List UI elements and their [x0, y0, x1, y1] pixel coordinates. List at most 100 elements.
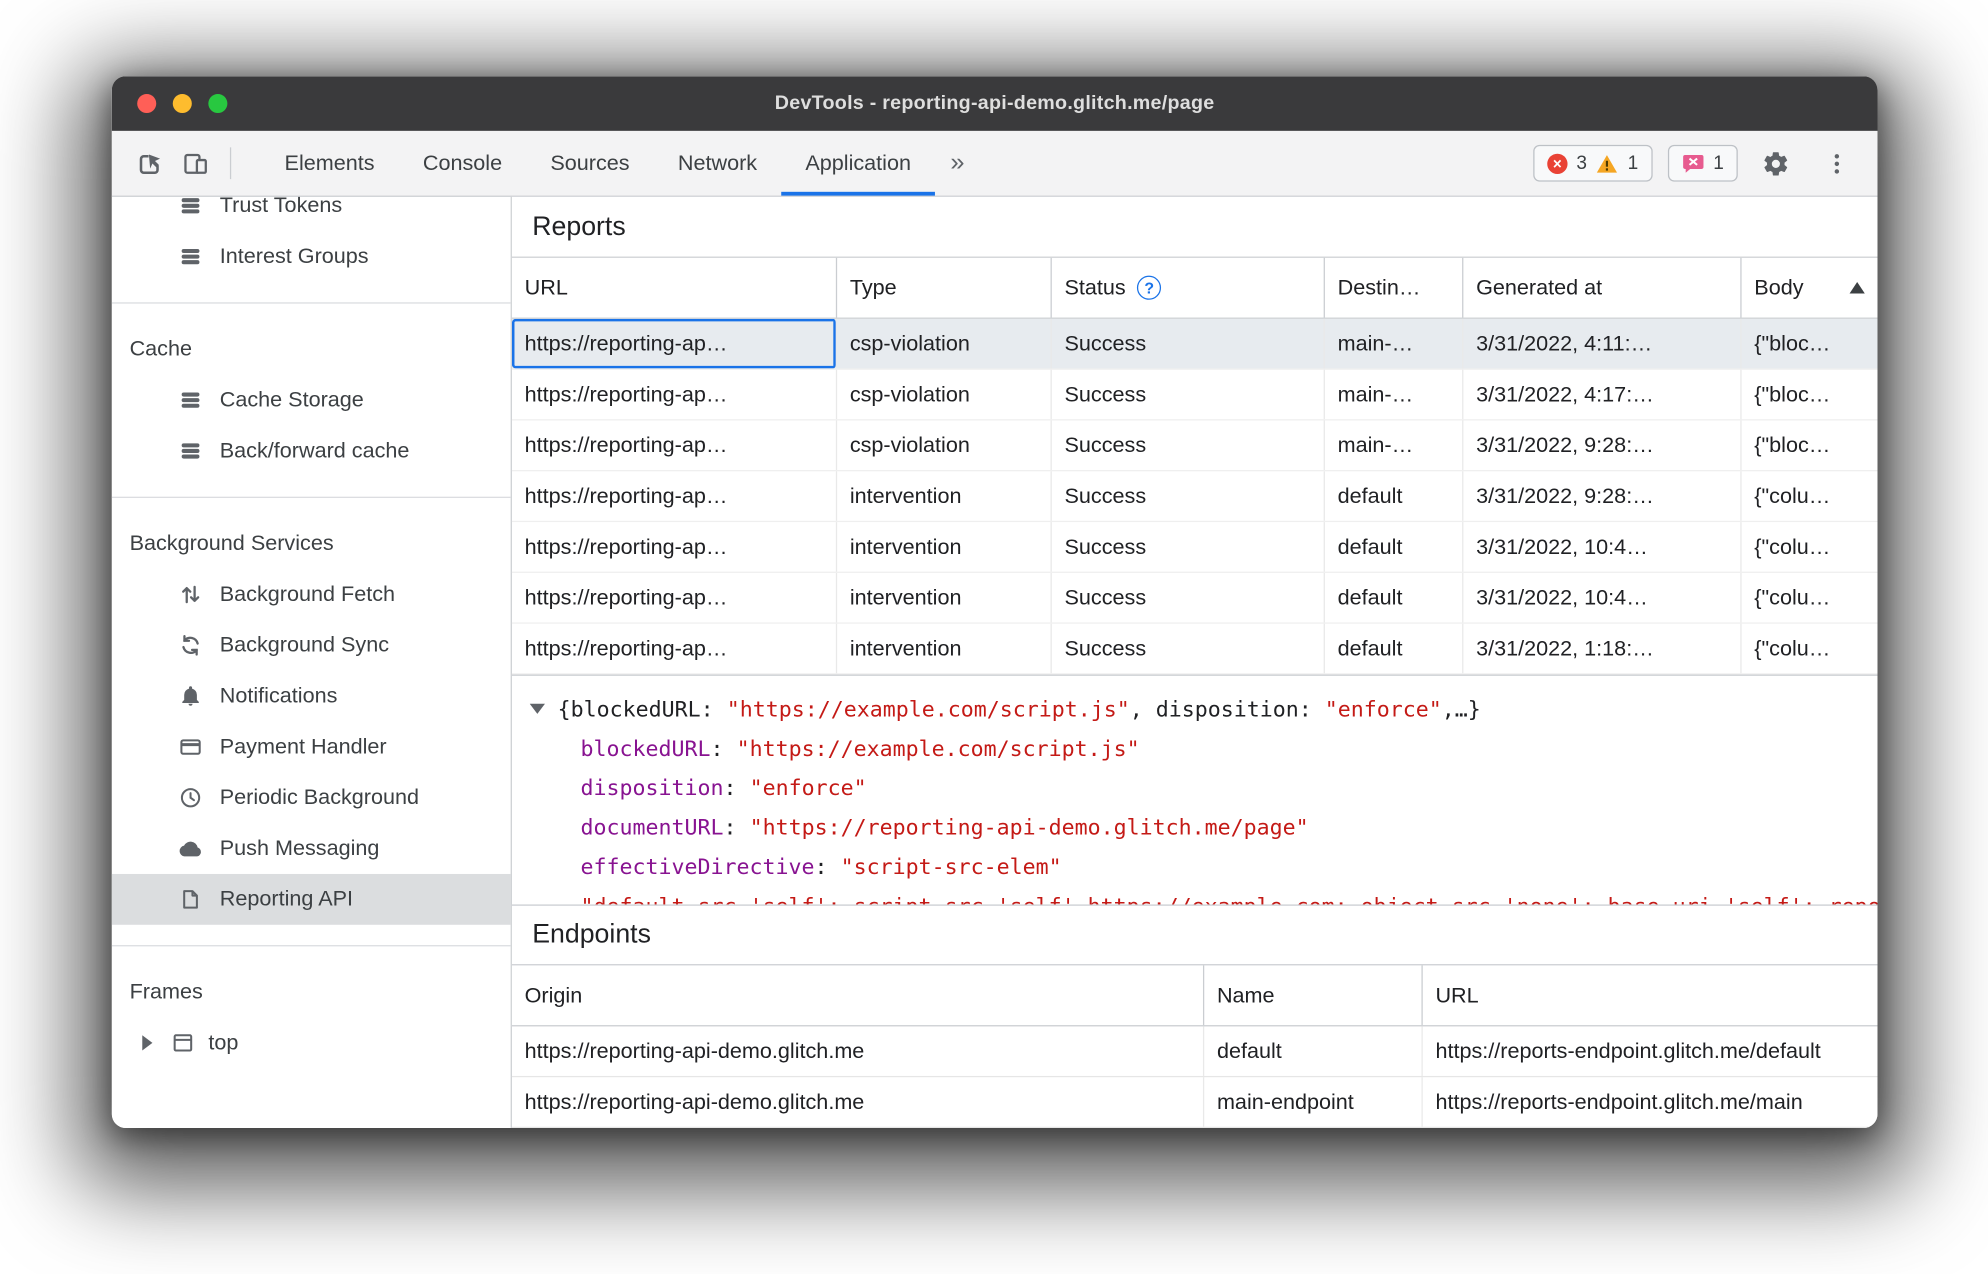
maximize-window-button[interactable]: [208, 94, 228, 114]
report-url-cell[interactable]: https://reporting-ap…: [512, 471, 838, 521]
sidebar-item-push-messaging[interactable]: Push Messaging: [112, 823, 511, 874]
report-row[interactable]: https://reporting-ap… csp-violation Succ…: [511, 369, 1878, 421]
sidebar-item-background-sync[interactable]: Background Sync: [112, 620, 511, 671]
frame-icon: [170, 1030, 195, 1055]
report-url-cell[interactable]: https://reporting-ap…: [512, 420, 838, 471]
expand-triangle-icon[interactable]: [142, 1035, 153, 1051]
issues-badge[interactable]: 1: [1667, 144, 1738, 182]
column-header-body[interactable]: Body: [1742, 258, 1878, 318]
column-header-destination[interactable]: Destin…: [1325, 257, 1464, 318]
report-destination-cell: default: [1325, 572, 1464, 623]
preview-collapsed-line[interactable]: {blockedURL: "https://example.com/script…: [529, 691, 1878, 730]
sidebar-scroll-area[interactable]: Trust Tokens Interest Groups Cache Cache…: [111, 197, 511, 1069]
cloud-icon: [178, 836, 203, 861]
tab-network[interactable]: Network: [654, 131, 781, 196]
report-row[interactable]: https://reporting-ap… intervention Succe…: [511, 572, 1878, 624]
reports-table-body: https://reporting-ap… csp-violation Succ…: [511, 318, 1878, 675]
database-icon: [178, 438, 203, 463]
report-body-cell: {"bloc…: [1754, 381, 1831, 406]
endpoints-table-body: https://reporting-api-demo.glitch.me def…: [511, 1026, 1878, 1129]
sidebar-section-cache: Cache: [129, 336, 192, 361]
document-icon: [178, 887, 203, 912]
sidebar-item-back-forward-cache[interactable]: Back/forward cache: [112, 426, 511, 477]
endpoint-name-cell: main-endpoint: [1204, 1077, 1423, 1127]
report-status-cell: Success: [1052, 318, 1325, 369]
tab-sources[interactable]: Sources: [526, 131, 654, 196]
reporting-api-view: Reports URL Type Status ? Destin… Genera…: [511, 196, 1878, 1129]
clock-icon: [178, 785, 203, 810]
panel-tabs: Elements Console Sources Network Applica…: [260, 131, 936, 196]
devtools-window: DevTools - reporting-api-demo.glitch.me/…: [111, 76, 1878, 1129]
report-row[interactable]: https://reporting-ap… intervention Succe…: [511, 623, 1878, 675]
report-generated-cell: 3/31/2022, 1:18:…: [1463, 623, 1742, 674]
sidebar-item-label: Payment Handler: [219, 734, 387, 759]
status-help-icon[interactable]: ?: [1137, 275, 1162, 300]
sidebar-divider: [111, 945, 511, 947]
report-status-cell: Success: [1052, 522, 1325, 572]
sidebar-section-background-services: Background Services: [129, 530, 334, 556]
endpoint-row[interactable]: https://reporting-api-demo.glitch.me mai…: [511, 1077, 1878, 1129]
report-url-cell[interactable]: https://reporting-ap…: [512, 318, 838, 369]
report-url-cell[interactable]: https://reporting-ap…: [512, 572, 838, 623]
column-header-type[interactable]: Type: [837, 257, 1052, 318]
minimize-window-button[interactable]: [172, 94, 192, 114]
tab-console[interactable]: Console: [399, 131, 527, 196]
column-header-generated-at[interactable]: Generated at: [1463, 257, 1742, 318]
column-header-name[interactable]: Name: [1204, 965, 1423, 1026]
report-row[interactable]: https://reporting-ap… csp-violation Succ…: [511, 420, 1878, 472]
report-row[interactable]: https://reporting-ap… csp-violation Succ…: [511, 318, 1878, 370]
sidebar-item-reporting-api[interactable]: Reporting API: [111, 873, 511, 925]
sidebar-divider: [111, 496, 511, 498]
report-url-cell[interactable]: https://reporting-ap…: [512, 369, 838, 420]
column-header-status[interactable]: Status ?: [1052, 257, 1325, 318]
sidebar-item-label: Push Messaging: [219, 835, 380, 860]
report-status-cell: Success: [1052, 471, 1325, 521]
inspect-element-button[interactable]: [127, 142, 173, 185]
settings-button[interactable]: [1753, 142, 1799, 185]
toggle-device-toolbar-button[interactable]: [173, 142, 219, 185]
sidebar-item-cache-storage[interactable]: Cache Storage: [112, 375, 511, 426]
sidebar-item-trust-tokens[interactable]: Trust Tokens: [112, 197, 511, 231]
report-url-cell[interactable]: https://reporting-ap…: [512, 623, 838, 674]
column-header-origin[interactable]: Origin: [512, 965, 1205, 1026]
sidebar-item-notifications[interactable]: Notifications: [112, 671, 511, 722]
sidebar-item-background-fetch[interactable]: Background Fetch: [112, 569, 511, 620]
tab-elements[interactable]: Elements: [260, 131, 398, 196]
report-row[interactable]: https://reporting-ap… intervention Succe…: [511, 471, 1878, 523]
report-generated-cell: 3/31/2022, 10:4…: [1463, 572, 1742, 623]
error-count: 3: [1576, 152, 1588, 175]
endpoint-row[interactable]: https://reporting-api-demo.glitch.me def…: [511, 1026, 1878, 1078]
sidebar-item-periodic-background-sync[interactable]: Periodic Background: [112, 772, 511, 823]
report-generated-cell: 3/31/2022, 9:28:…: [1463, 471, 1742, 521]
close-window-button[interactable]: [137, 94, 157, 114]
sidebar-item-top-frame[interactable]: top: [112, 1018, 511, 1069]
column-header-url[interactable]: URL: [512, 257, 838, 318]
endpoint-url-cell: https://reports-endpoint.glitch.me/main: [1435, 1089, 1803, 1114]
console-status-badge[interactable]: × 3 1: [1533, 144, 1653, 182]
window-controls: [137, 76, 228, 131]
database-icon: [178, 197, 203, 219]
up-down-arrows-icon: [178, 582, 203, 607]
report-body-cell: {"colu…: [1754, 635, 1831, 660]
report-url-cell[interactable]: https://reporting-ap…: [512, 522, 838, 572]
sidebar-divider: [111, 302, 511, 304]
more-panels-button[interactable]: »: [935, 131, 980, 196]
report-body-cell: {"bloc…: [1754, 330, 1831, 356]
report-type-cell: csp-violation: [837, 318, 1052, 369]
report-body-cell: {"colu…: [1754, 483, 1831, 508]
inspect-cursor-icon: [139, 153, 161, 174]
collapse-triangle-icon[interactable]: [529, 703, 545, 714]
sidebar-item-interest-groups[interactable]: Interest Groups: [112, 231, 511, 282]
tab-application[interactable]: Application: [781, 131, 936, 196]
sidebar-item-label: Reporting API: [219, 886, 354, 911]
report-row[interactable]: https://reporting-ap… intervention Succe…: [511, 522, 1878, 573]
column-header-endpoint-url[interactable]: URL: [1423, 965, 1878, 1025]
devtools-toolbar: Elements Console Sources Network Applica…: [111, 130, 1878, 197]
devtools-menu-button[interactable]: [1814, 142, 1860, 185]
preview-property-clipped: "default-src 'self'; script-src 'self' h…: [530, 888, 1878, 904]
sidebar-item-label: Background Fetch: [219, 581, 396, 606]
device-toolbar-icon: [184, 153, 207, 174]
sidebar-item-payment-handler[interactable]: Payment Handler: [112, 722, 511, 773]
report-generated-cell: 3/31/2022, 10:4…: [1463, 522, 1742, 572]
report-type-cell: csp-violation: [837, 369, 1052, 420]
